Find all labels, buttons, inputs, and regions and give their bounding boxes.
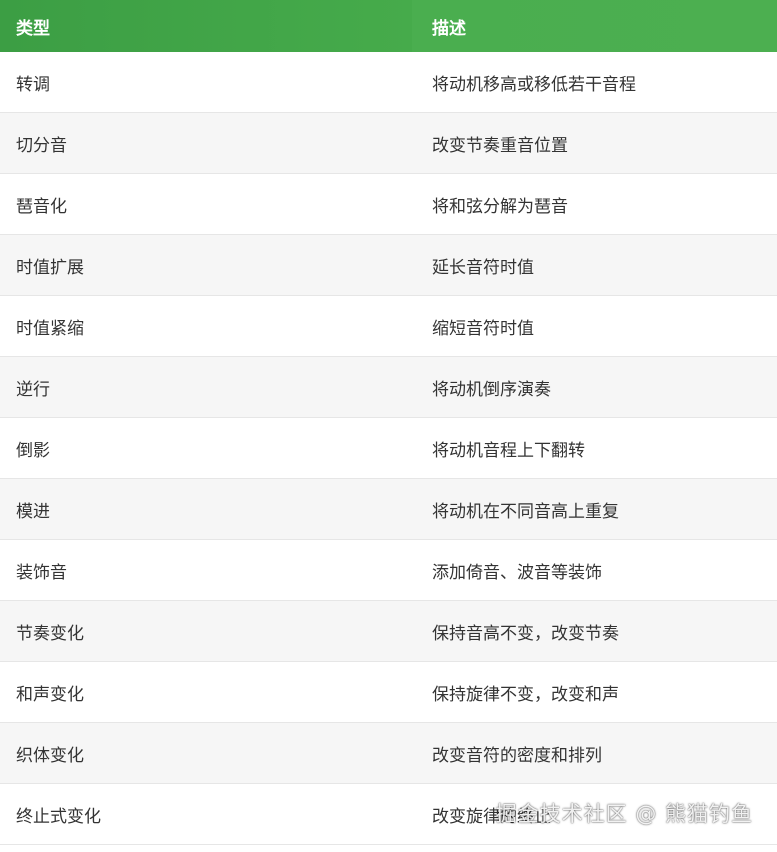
cell-description: 将动机音程上下翻转 bbox=[412, 417, 777, 479]
cell-type: 琶音化 bbox=[0, 173, 412, 235]
cell-type: 织体变化 bbox=[0, 722, 412, 784]
table-row: 和声变化 保持旋律不变，改变和声 bbox=[0, 661, 777, 723]
table-row: 时值紧缩 缩短音符时值 bbox=[0, 295, 777, 357]
cell-description: 缩短音符时值 bbox=[412, 295, 777, 357]
table-row: 切分音 改变节奏重音位置 bbox=[0, 112, 777, 174]
header-type: 类型 bbox=[0, 0, 412, 52]
cell-description: 将和弦分解为琶音 bbox=[412, 173, 777, 235]
cell-type: 转调 bbox=[0, 52, 412, 113]
cell-description: 将动机在不同音高上重复 bbox=[412, 478, 777, 540]
cell-type: 切分音 bbox=[0, 112, 412, 174]
table-row: 琶音化 将和弦分解为琶音 bbox=[0, 173, 777, 235]
header-description: 描述 bbox=[412, 0, 777, 52]
cell-type: 装饰音 bbox=[0, 539, 412, 601]
table-row: 节奏变化 保持音高不变，改变节奏 bbox=[0, 600, 777, 662]
table-row: 倒影 将动机音程上下翻转 bbox=[0, 417, 777, 479]
cell-description: 保持音高不变，改变节奏 bbox=[412, 600, 777, 662]
cell-type: 倒影 bbox=[0, 417, 412, 479]
table-row: 装饰音 添加倚音、波音等装饰 bbox=[0, 539, 777, 601]
cell-type: 时值紧缩 bbox=[0, 295, 412, 357]
cell-description: 保持旋律不变，改变和声 bbox=[412, 661, 777, 723]
table-row: 模进 将动机在不同音高上重复 bbox=[0, 478, 777, 540]
table-row: 转调 将动机移高或移低若干音程 bbox=[0, 52, 777, 113]
cell-type: 和声变化 bbox=[0, 661, 412, 723]
cell-description: 延长音符时值 bbox=[412, 234, 777, 296]
cell-description: 改变音符的密度和排列 bbox=[412, 722, 777, 784]
cell-type: 时值扩展 bbox=[0, 234, 412, 296]
table-header-row: 类型 描述 bbox=[0, 0, 777, 52]
table-row: 织体变化 改变音符的密度和排列 bbox=[0, 722, 777, 784]
variation-table: 类型 描述 转调 将动机移高或移低若干音程 切分音 改变节奏重音位置 琶音化 将… bbox=[0, 0, 777, 845]
cell-type: 终止式变化 bbox=[0, 783, 412, 845]
cell-description: 改变节奏重音位置 bbox=[412, 112, 777, 174]
cell-type: 逆行 bbox=[0, 356, 412, 418]
cell-description: 将动机移高或移低若干音程 bbox=[412, 52, 777, 113]
cell-type: 模进 bbox=[0, 478, 412, 540]
cell-description: 将动机倒序演奏 bbox=[412, 356, 777, 418]
cell-description: 添加倚音、波音等装饰 bbox=[412, 539, 777, 601]
watermark: 掘金技术社区 @ 熊猫钓鱼 bbox=[495, 802, 753, 826]
table-row: 逆行 将动机倒序演奏 bbox=[0, 356, 777, 418]
table-row: 时值扩展 延长音符时值 bbox=[0, 234, 777, 296]
cell-type: 节奏变化 bbox=[0, 600, 412, 662]
